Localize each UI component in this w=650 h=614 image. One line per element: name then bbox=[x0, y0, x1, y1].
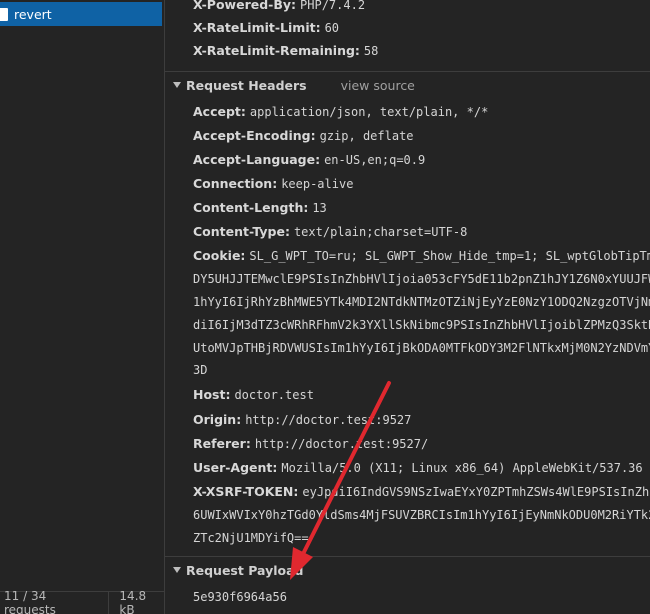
transfer-size: 14.8 kB bbox=[119, 589, 147, 614]
view-source-link[interactable]: view source bbox=[341, 78, 415, 93]
header-value: application/json, text/plain, */* bbox=[249, 105, 489, 119]
header-name: Content-Length: bbox=[193, 200, 309, 215]
devtools-network: revert 11 / 34 requests 14.8 kB X-Powere… bbox=[0, 0, 650, 614]
header-value: en-US,en;q=0.9 bbox=[324, 153, 426, 167]
collapse-triangle-icon[interactable] bbox=[173, 82, 181, 88]
header-value: gzip, deflate bbox=[319, 129, 414, 143]
header-value: 58 bbox=[363, 44, 379, 58]
header-value: PHP/7.4.2 bbox=[300, 0, 366, 12]
header-name: X-XSRF-TOKEN: bbox=[193, 484, 299, 499]
collapse-triangle-icon[interactable] bbox=[173, 567, 181, 573]
header-name: Accept-Language: bbox=[193, 152, 321, 167]
header-name: Referer: bbox=[193, 436, 251, 451]
header-name: Connection: bbox=[193, 176, 278, 191]
header-value: Mozilla/5.0 (X11; Linux x86_64) AppleWeb… bbox=[281, 461, 650, 475]
cookie-value-line: DY5UHJJTEMwclE9PSIsInZhbHVlIjoia053cFY5d… bbox=[193, 272, 650, 286]
header-name: Origin: bbox=[193, 412, 242, 427]
request-list: revert 11 / 34 requests 14.8 kB bbox=[0, 0, 165, 614]
header-row-origin: Origin: http://doctor.test:9527 bbox=[193, 408, 411, 432]
section-title: Request Payload bbox=[186, 562, 304, 578]
cookie-value-line: 3D bbox=[193, 363, 208, 377]
header-name: Cookie: bbox=[193, 248, 246, 263]
header-row-ratelimit-limit: X-RateLimit-Limit: 60 bbox=[193, 16, 339, 40]
header-row-content-length: Content-Length: 13 bbox=[193, 196, 327, 220]
xsrf-value-line: 6UWIxWVIxY0hzTGd0YldSms4MjFSUVZBRCIsIm1h… bbox=[193, 508, 650, 522]
header-row-ratelimit-remaining: X-RateLimit-Remaining: 58 bbox=[193, 39, 378, 63]
header-row-host: Host: doctor.test bbox=[193, 383, 314, 407]
header-value: keep-alive bbox=[281, 177, 354, 191]
header-row-cookie: Cookie: SL_G_WPT_TO=ru; SL_GWPT_Show_Hid… bbox=[193, 244, 650, 268]
header-name: Accept: bbox=[193, 104, 246, 119]
request-row-selected[interactable]: revert bbox=[0, 2, 162, 26]
header-value: http://doctor.test:9527/ bbox=[254, 437, 429, 451]
header-row-content-type: Content-Type: text/plain;charset=UTF-8 bbox=[193, 220, 467, 244]
header-name: Content-Type: bbox=[193, 224, 290, 239]
cookie-value-line: UtoMVJpTHBjRDVWUSIsIm1hYyI6IjBkODA0MTFkO… bbox=[193, 341, 650, 355]
header-value: http://doctor.test:9527 bbox=[245, 413, 412, 427]
network-status-bar: 11 / 34 requests 14.8 kB bbox=[0, 589, 164, 614]
headers-panel: X-Powered-By: PHP/7.4.2 X-RateLimit-Limi… bbox=[165, 0, 650, 614]
header-name: User-Agent: bbox=[193, 460, 278, 475]
header-row-referer: Referer: http://doctor.test:9527/ bbox=[193, 432, 428, 456]
cookie-value-line: 1hYyI6IjRhYzBhMWE5YTk4MDI2NTdkNTMzOTZiNj… bbox=[193, 295, 650, 309]
header-row-connection: Connection: keep-alive bbox=[193, 172, 353, 196]
status-divider bbox=[108, 592, 110, 614]
header-value: eyJpdiI6IndGVS9NSzIwaEYxY0ZPTmhZSWs4WlE9… bbox=[302, 485, 650, 499]
header-name: X-Powered-By: bbox=[193, 0, 297, 12]
request-payload-section[interactable]: Request Payload bbox=[165, 556, 650, 583]
header-row-user-agent: User-Agent: Mozilla/5.0 (X11; Linux x86_… bbox=[193, 456, 650, 480]
header-name: Accept-Encoding: bbox=[193, 128, 316, 143]
header-name: X-RateLimit-Limit: bbox=[193, 20, 321, 35]
header-value: SL_G_WPT_TO=ru; SL_GWPT_Show_Hide_tmp=1;… bbox=[249, 249, 650, 263]
header-name: X-RateLimit-Remaining: bbox=[193, 43, 360, 58]
document-icon bbox=[0, 7, 8, 21]
header-row-accept-language: Accept-Language: en-US,en;q=0.9 bbox=[193, 148, 425, 172]
payload-value: 5e930f6964a56 bbox=[193, 590, 287, 604]
request-name: revert bbox=[14, 6, 52, 22]
header-name: Host: bbox=[193, 387, 231, 402]
cookie-value-line: diI6IjM3dTZ3cWRhRFhmV2k3YXllSkNibmc9PSIs… bbox=[193, 318, 650, 332]
header-row-xsrf-token: X-XSRF-TOKEN: eyJpdiI6IndGVS9NSzIwaEYxY0… bbox=[193, 480, 650, 504]
section-title: Request Headers bbox=[186, 77, 307, 93]
request-count: 11 / 34 requests bbox=[4, 589, 56, 614]
header-row-accept-encoding: Accept-Encoding: gzip, deflate bbox=[193, 124, 414, 148]
header-value: text/plain;charset=UTF-8 bbox=[293, 225, 468, 239]
header-row-x-powered-by: X-Powered-By: PHP/7.4.2 bbox=[193, 0, 365, 17]
header-value: doctor.test bbox=[234, 388, 314, 402]
header-value: 60 bbox=[324, 21, 340, 35]
xsrf-value-line: ZTc2NjU1MDYifQ== bbox=[193, 531, 309, 545]
header-value: 13 bbox=[312, 201, 327, 215]
header-row-accept: Accept: application/json, text/plain, */… bbox=[193, 100, 488, 124]
request-headers-section[interactable]: Request Headers view source bbox=[165, 71, 650, 98]
